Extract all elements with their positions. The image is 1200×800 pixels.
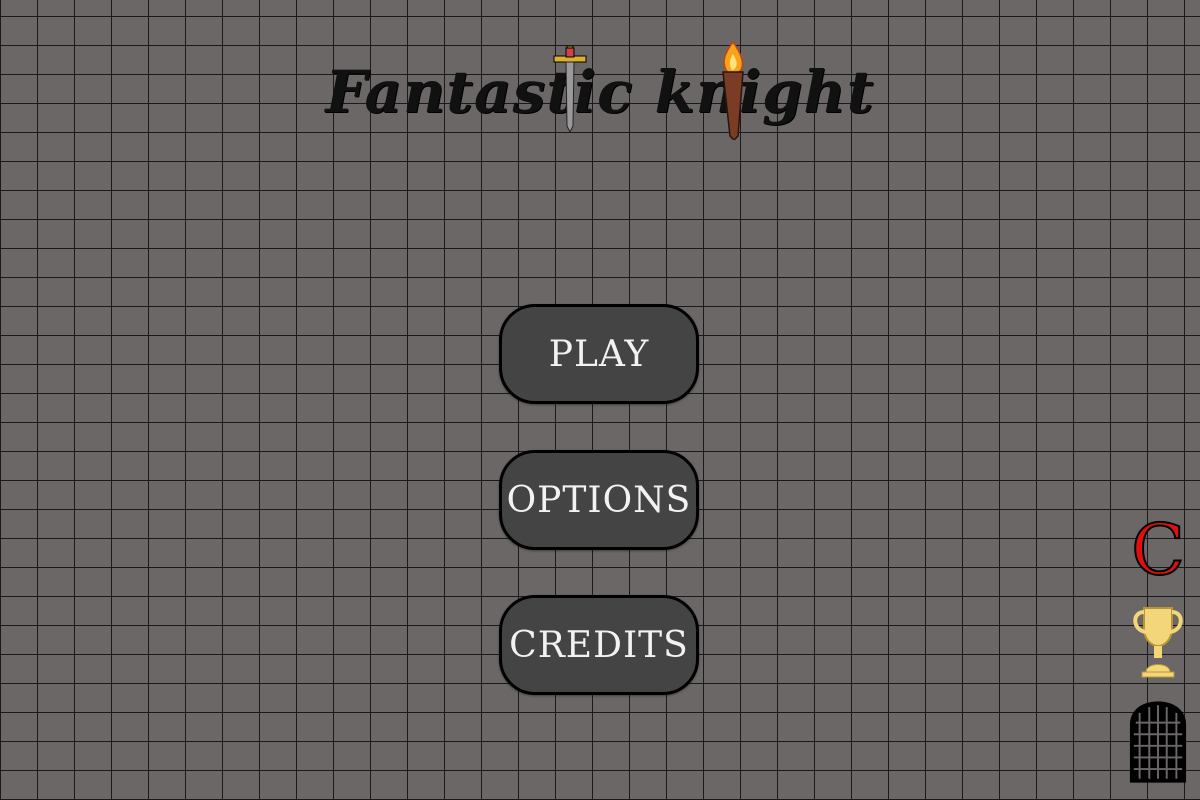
credits-button[interactable]: CREDITS bbox=[499, 595, 699, 695]
c-letter-icon[interactable]: C bbox=[1128, 512, 1188, 587]
torch-icon bbox=[722, 40, 744, 140]
portcullis-gate-icon[interactable] bbox=[1128, 696, 1188, 786]
gate-graphic bbox=[1129, 701, 1187, 783]
options-button[interactable]: OPTIONS bbox=[499, 450, 699, 550]
play-label: PLAY bbox=[548, 333, 650, 375]
play-button[interactable]: PLAY bbox=[499, 304, 699, 404]
c-letter-label: C bbox=[1130, 508, 1186, 591]
trophy-graphic bbox=[1133, 607, 1183, 678]
credits-label: CREDITS bbox=[509, 624, 689, 666]
game-title: Fantastic knight bbox=[0, 40, 1200, 150]
title-text: Fantastic knight bbox=[325, 58, 875, 126]
options-label: OPTIONS bbox=[506, 479, 692, 521]
trophy-icon[interactable] bbox=[1128, 600, 1188, 680]
sword-icon bbox=[553, 46, 587, 132]
